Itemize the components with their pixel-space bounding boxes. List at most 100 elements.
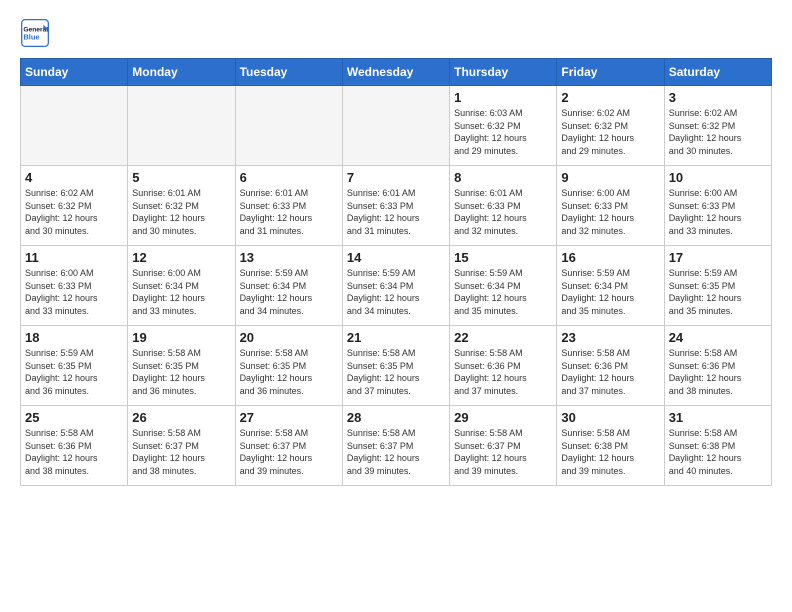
weekday-sunday: Sunday	[21, 59, 128, 86]
day-info: Sunrise: 5:58 AM Sunset: 6:35 PM Dayligh…	[347, 347, 445, 397]
day-number: 10	[669, 170, 767, 185]
day-number: 4	[25, 170, 123, 185]
day-cell: 24 Sunrise: 5:58 AM Sunset: 6:36 PM Dayli…	[664, 326, 771, 406]
weekday-thursday: Thursday	[450, 59, 557, 86]
day-number: 30	[561, 410, 659, 425]
day-number: 20	[240, 330, 338, 345]
day-cell	[128, 86, 235, 166]
day-number: 31	[669, 410, 767, 425]
logo: General Blue	[20, 18, 50, 48]
day-cell: 13 Sunrise: 5:59 AM Sunset: 6:34 PM Dayli…	[235, 246, 342, 326]
day-cell: 23Sunrise: 5:58 AM Sunset: 6:36 PM Dayli…	[557, 326, 664, 406]
day-cell: 15 Sunrise: 5:59 AM Sunset: 6:34 PM Dayli…	[450, 246, 557, 326]
weekday-monday: Monday	[128, 59, 235, 86]
day-info: Sunrise: 5:59 AM Sunset: 6:34 PM Dayligh…	[561, 267, 659, 317]
day-number: 8	[454, 170, 552, 185]
day-info: Sunrise: 6:02 AM Sunset: 6:32 PM Dayligh…	[669, 107, 767, 157]
day-info: Sunrise: 5:59 AM Sunset: 6:34 PM Dayligh…	[454, 267, 552, 317]
day-cell: 12 Sunrise: 6:00 AM Sunset: 6:34 PM Dayli…	[128, 246, 235, 326]
calendar-body: 1Sunrise: 6:03 AM Sunset: 6:32 PM Daylig…	[21, 86, 772, 486]
day-info: Sunrise: 6:01 AM Sunset: 6:33 PM Dayligh…	[454, 187, 552, 237]
day-info: Sunrise: 5:59 AM Sunset: 6:34 PM Dayligh…	[240, 267, 338, 317]
weekday-saturday: Saturday	[664, 59, 771, 86]
day-info: Sunrise: 5:58 AM Sunset: 6:37 PM Dayligh…	[240, 427, 338, 477]
day-info: Sunrise: 5:59 AM Sunset: 6:35 PM Dayligh…	[669, 267, 767, 317]
day-number: 25	[25, 410, 123, 425]
day-info: Sunrise: 5:58 AM Sunset: 6:37 PM Dayligh…	[347, 427, 445, 477]
day-number: 13	[240, 250, 338, 265]
day-info: Sunrise: 6:01 AM Sunset: 6:33 PM Dayligh…	[347, 187, 445, 237]
day-info: Sunrise: 5:58 AM Sunset: 6:37 PM Dayligh…	[454, 427, 552, 477]
week-row-4: 18Sunrise: 5:59 AM Sunset: 6:35 PM Dayli…	[21, 326, 772, 406]
weekday-header-row: SundayMondayTuesdayWednesdayThursdayFrid…	[21, 59, 772, 86]
day-cell: 7 Sunrise: 6:01 AM Sunset: 6:33 PM Daylig…	[342, 166, 449, 246]
week-row-3: 11 Sunrise: 6:00 AM Sunset: 6:33 PM Dayli…	[21, 246, 772, 326]
day-info: Sunrise: 5:58 AM Sunset: 6:37 PM Dayligh…	[132, 427, 230, 477]
day-info: Sunrise: 6:00 AM Sunset: 6:33 PM Dayligh…	[561, 187, 659, 237]
day-number: 12	[132, 250, 230, 265]
logo-icon: General Blue	[20, 18, 50, 48]
day-info: Sunrise: 6:02 AM Sunset: 6:32 PM Dayligh…	[561, 107, 659, 157]
day-number: 27	[240, 410, 338, 425]
day-number: 16	[561, 250, 659, 265]
day-number: 17	[669, 250, 767, 265]
day-number: 26	[132, 410, 230, 425]
day-cell: 9Sunrise: 6:00 AM Sunset: 6:33 PM Daylig…	[557, 166, 664, 246]
day-cell: 3 Sunrise: 6:02 AM Sunset: 6:32 PM Daylig…	[664, 86, 771, 166]
day-cell: 30 Sunrise: 5:58 AM Sunset: 6:38 PM Dayli…	[557, 406, 664, 486]
day-cell: 5 Sunrise: 6:01 AM Sunset: 6:32 PM Daylig…	[128, 166, 235, 246]
weekday-wednesday: Wednesday	[342, 59, 449, 86]
day-info: Sunrise: 5:58 AM Sunset: 6:36 PM Dayligh…	[454, 347, 552, 397]
day-cell: 16 Sunrise: 5:59 AM Sunset: 6:34 PM Dayli…	[557, 246, 664, 326]
day-info: Sunrise: 6:01 AM Sunset: 6:32 PM Dayligh…	[132, 187, 230, 237]
day-cell: 2Sunrise: 6:02 AM Sunset: 6:32 PM Daylig…	[557, 86, 664, 166]
day-number: 14	[347, 250, 445, 265]
week-row-5: 25 Sunrise: 5:58 AM Sunset: 6:36 PM Dayli…	[21, 406, 772, 486]
day-number: 24	[669, 330, 767, 345]
day-info: Sunrise: 6:00 AM Sunset: 6:33 PM Dayligh…	[669, 187, 767, 237]
day-number: 21	[347, 330, 445, 345]
day-info: Sunrise: 5:58 AM Sunset: 6:38 PM Dayligh…	[561, 427, 659, 477]
day-cell: 11 Sunrise: 6:00 AM Sunset: 6:33 PM Dayli…	[21, 246, 128, 326]
day-cell: 17 Sunrise: 5:59 AM Sunset: 6:35 PM Dayli…	[664, 246, 771, 326]
day-cell	[235, 86, 342, 166]
day-cell: 19 Sunrise: 5:58 AM Sunset: 6:35 PM Dayli…	[128, 326, 235, 406]
day-number: 23	[561, 330, 659, 345]
calendar-page: General Blue SundayMondayTuesdayWednesda…	[0, 0, 792, 504]
day-cell: 14 Sunrise: 5:59 AM Sunset: 6:34 PM Dayli…	[342, 246, 449, 326]
day-number: 5	[132, 170, 230, 185]
day-info: Sunrise: 5:58 AM Sunset: 6:35 PM Dayligh…	[132, 347, 230, 397]
day-info: Sunrise: 5:58 AM Sunset: 6:36 PM Dayligh…	[25, 427, 123, 477]
day-number: 15	[454, 250, 552, 265]
weekday-tuesday: Tuesday	[235, 59, 342, 86]
day-info: Sunrise: 5:58 AM Sunset: 6:36 PM Dayligh…	[669, 347, 767, 397]
day-number: 18	[25, 330, 123, 345]
day-cell	[342, 86, 449, 166]
day-cell: 10 Sunrise: 6:00 AM Sunset: 6:33 PM Dayli…	[664, 166, 771, 246]
day-info: Sunrise: 5:58 AM Sunset: 6:38 PM Dayligh…	[669, 427, 767, 477]
day-cell: 26 Sunrise: 5:58 AM Sunset: 6:37 PM Dayli…	[128, 406, 235, 486]
day-number: 6	[240, 170, 338, 185]
day-info: Sunrise: 6:01 AM Sunset: 6:33 PM Dayligh…	[240, 187, 338, 237]
day-info: Sunrise: 6:00 AM Sunset: 6:34 PM Dayligh…	[132, 267, 230, 317]
day-number: 7	[347, 170, 445, 185]
calendar-table: SundayMondayTuesdayWednesdayThursdayFrid…	[20, 58, 772, 486]
day-number: 1	[454, 90, 552, 105]
day-number: 11	[25, 250, 123, 265]
day-cell: 4 Sunrise: 6:02 AM Sunset: 6:32 PM Daylig…	[21, 166, 128, 246]
day-info: Sunrise: 6:00 AM Sunset: 6:33 PM Dayligh…	[25, 267, 123, 317]
day-cell: 28 Sunrise: 5:58 AM Sunset: 6:37 PM Dayli…	[342, 406, 449, 486]
day-cell: 18Sunrise: 5:59 AM Sunset: 6:35 PM Dayli…	[21, 326, 128, 406]
day-cell: 27 Sunrise: 5:58 AM Sunset: 6:37 PM Dayli…	[235, 406, 342, 486]
day-cell: 21 Sunrise: 5:58 AM Sunset: 6:35 PM Dayli…	[342, 326, 449, 406]
day-number: 28	[347, 410, 445, 425]
day-cell: 1Sunrise: 6:03 AM Sunset: 6:32 PM Daylig…	[450, 86, 557, 166]
day-info: Sunrise: 6:02 AM Sunset: 6:32 PM Dayligh…	[25, 187, 123, 237]
day-cell: 6 Sunrise: 6:01 AM Sunset: 6:33 PM Daylig…	[235, 166, 342, 246]
day-number: 29	[454, 410, 552, 425]
day-number: 19	[132, 330, 230, 345]
week-row-2: 4 Sunrise: 6:02 AM Sunset: 6:32 PM Daylig…	[21, 166, 772, 246]
day-cell: 8 Sunrise: 6:01 AM Sunset: 6:33 PM Daylig…	[450, 166, 557, 246]
day-number: 3	[669, 90, 767, 105]
day-info: Sunrise: 5:59 AM Sunset: 6:34 PM Dayligh…	[347, 267, 445, 317]
